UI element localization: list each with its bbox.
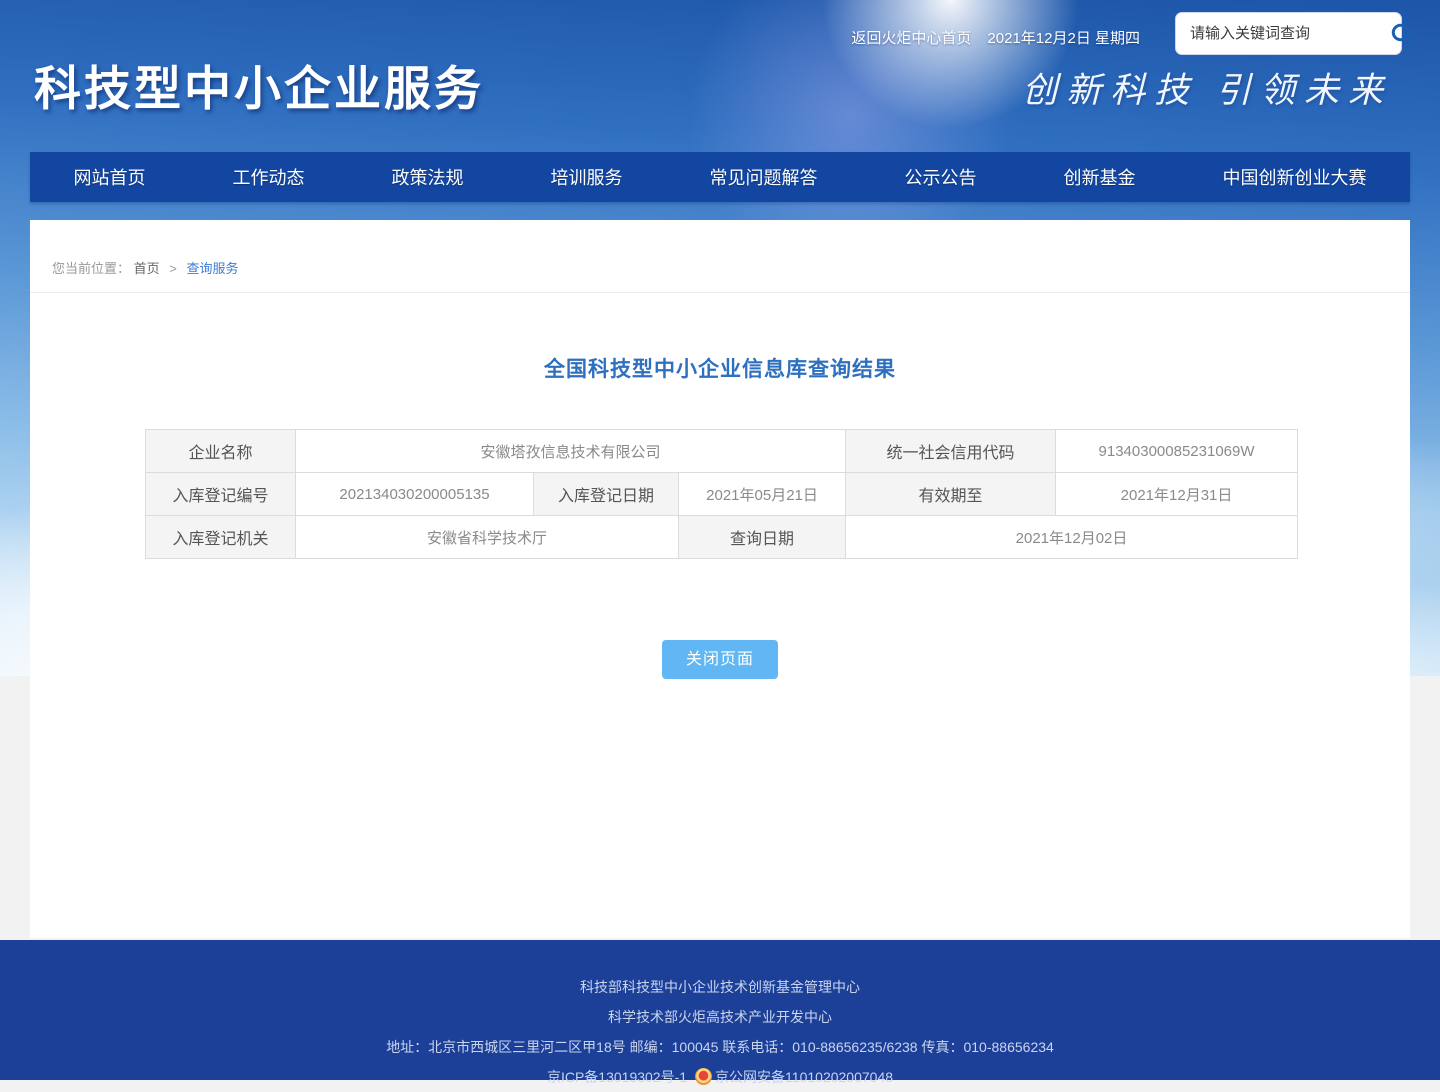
breadcrumb-prefix: 您当前位置： <box>52 261 130 276</box>
company-name-value: 安徽塔孜信息技术有限公司 <box>296 430 846 473</box>
breadcrumb-current-link[interactable]: 查询服务 <box>187 261 239 276</box>
breadcrumb-separator: > <box>169 261 177 276</box>
nav-item-announcements[interactable]: 公示公告 <box>905 164 977 190</box>
breadcrumb-home-link[interactable]: 首页 <box>134 261 160 276</box>
registration-date-label: 入库登记日期 <box>534 473 679 516</box>
nav-item-innovation-fund[interactable]: 创新基金 <box>1064 164 1136 190</box>
table-row: 入库登记机关 安徽省科学技术厅 查询日期 2021年12月02日 <box>146 516 1298 559</box>
current-date: 2021年12月2日 星期四 <box>987 30 1140 47</box>
top-links: 返回火炬中心首页 2021年12月2日 星期四 <box>851 27 1140 48</box>
search-box[interactable] <box>1175 12 1402 55</box>
nav-item-policies[interactable]: 政策法规 <box>392 164 464 190</box>
search-icon[interactable] <box>1389 21 1415 47</box>
registration-authority-label: 入库登记机关 <box>146 516 296 559</box>
registration-number-label: 入库登记编号 <box>146 473 296 516</box>
footer-address-line: 地址：北京市西城区三里河二区甲18号 邮编：100045 联系电话：010-88… <box>0 1032 1440 1062</box>
search-input[interactable] <box>1190 25 1389 42</box>
table-row: 企业名称 安徽塔孜信息技术有限公司 统一社会信用代码 9134030008523… <box>146 430 1298 473</box>
registration-authority-value: 安徽省科学技术厅 <box>296 516 679 559</box>
footer-org-line-1: 科技部科技型中小企业技术创新基金管理中心 <box>0 972 1440 1002</box>
site-slogan: 创新科技 引领未来 <box>1022 62 1392 113</box>
query-result-table: 企业名称 安徽塔孜信息技术有限公司 统一社会信用代码 9134030008523… <box>145 429 1298 559</box>
nav-item-training[interactable]: 培训服务 <box>551 164 623 190</box>
icp-license-link[interactable]: 京ICP备13019302号-1 <box>547 1069 687 1085</box>
site-logo-title: 科技型中小企业服务 <box>34 50 484 119</box>
valid-until-value: 2021年12月31日 <box>1056 473 1298 516</box>
police-emblem-icon <box>695 1068 712 1085</box>
credit-code-value: 91340300085231069W <box>1056 430 1298 473</box>
back-to-torch-home-link[interactable]: 返回火炬中心首页 <box>851 30 971 47</box>
nav-item-work-news[interactable]: 工作动态 <box>233 164 305 190</box>
table-row: 入库登记编号 202134030200005135 入库登记日期 2021年05… <box>146 473 1298 516</box>
close-page-button[interactable]: 关闭页面 <box>662 640 778 679</box>
public-security-record-link[interactable]: 京公网安备11010202007048 <box>715 1069 893 1085</box>
registration-date-value: 2021年05月21日 <box>679 473 846 516</box>
query-date-label: 查询日期 <box>679 516 846 559</box>
footer-org-line-2: 科学技术部火炬高技术产业开发中心 <box>0 1002 1440 1032</box>
footer-icp-line: 京ICP备13019302号-1 京公网安备11010202007048 <box>0 1062 1440 1092</box>
registration-number-value: 202134030200005135 <box>296 473 534 516</box>
main-navigation: 网站首页 工作动态 政策法规 培训服务 常见问题解答 公示公告 创新基金 中国创… <box>30 152 1410 202</box>
breadcrumb: 您当前位置： 首页 > 查询服务 <box>30 220 1410 293</box>
nav-item-innovation-contest[interactable]: 中国创新创业大赛 <box>1223 164 1367 190</box>
nav-item-home[interactable]: 网站首页 <box>74 164 146 190</box>
nav-item-faq[interactable]: 常见问题解答 <box>710 164 818 190</box>
credit-code-label: 统一社会信用代码 <box>846 430 1056 473</box>
content-panel: 您当前位置： 首页 > 查询服务 全国科技型中小企业信息库查询结果 企业名称 安… <box>30 220 1410 938</box>
valid-until-label: 有效期至 <box>846 473 1056 516</box>
company-name-label: 企业名称 <box>146 430 296 473</box>
query-date-value: 2021年12月02日 <box>846 516 1298 559</box>
page-title: 全国科技型中小企业信息库查询结果 <box>30 353 1410 383</box>
button-row: 关闭页面 <box>30 640 1410 679</box>
page-footer: 科技部科技型中小企业技术创新基金管理中心 科学技术部火炬高技术产业开发中心 地址… <box>0 940 1440 1080</box>
